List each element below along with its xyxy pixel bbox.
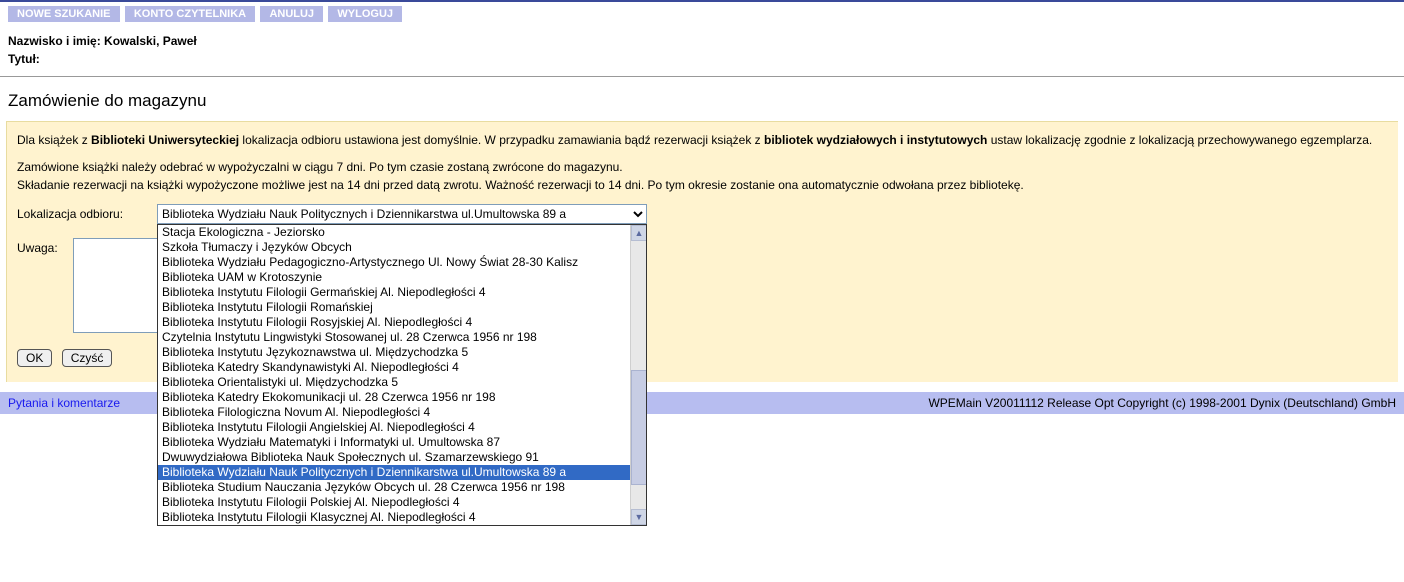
scroll-thumb[interactable] bbox=[631, 370, 647, 485]
dropdown-option[interactable]: Dwuwydziałowa Biblioteka Nauk Społecznyc… bbox=[158, 450, 646, 465]
text: lokalizacja odbioru ustawiona jest domyś… bbox=[239, 133, 764, 147]
questions-comments-link[interactable]: Pytania i komentarze bbox=[8, 396, 120, 410]
dropdown-option[interactable]: Biblioteka Instytutu Filologii Romańskie… bbox=[158, 300, 646, 315]
info-paragraph-3: Składanie rezerwacji na książki wypożycz… bbox=[17, 177, 1388, 194]
text-bold: Biblioteki Uniwersyteckiej bbox=[91, 133, 239, 147]
user-name-label: Nazwisko i imię: bbox=[8, 34, 101, 48]
dropdown-option[interactable]: Biblioteka Studium Nauczania Języków Obc… bbox=[158, 480, 646, 495]
location-select[interactable]: Biblioteka Wydziału Nauk Politycznych i … bbox=[157, 204, 647, 224]
dropdown-option[interactable]: Biblioteka Wydziału Matematyki i Informa… bbox=[158, 435, 646, 450]
info-paragraph-1: Dla książek z Biblioteki Uniwersyteckiej… bbox=[17, 132, 1388, 149]
location-dropdown-list[interactable]: Stacja Ekologiczna - JeziorskoSzkoła Tłu… bbox=[157, 224, 647, 526]
text: ustaw lokalizację zgodnie z lokalizacją … bbox=[987, 133, 1372, 147]
dropdown-option[interactable]: Biblioteka Wydziału Nauk Politycznych i … bbox=[158, 465, 646, 480]
order-panel: Dla książek z Biblioteki Uniwersyteckiej… bbox=[6, 121, 1398, 382]
ok-button[interactable]: OK bbox=[17, 349, 52, 367]
text-bold: bibliotek wydziałowych i instytutowych bbox=[764, 133, 987, 147]
note-textarea[interactable] bbox=[73, 238, 163, 333]
clear-button[interactable]: Czyść bbox=[62, 349, 113, 367]
dropdown-option[interactable]: Biblioteka Instytutu Filologii Rosyjskie… bbox=[158, 315, 646, 330]
top-toolbar: NOWE SZUKANIE KONTO CZYTELNIKA ANULUJ WY… bbox=[0, 4, 1404, 24]
dropdown-option[interactable]: Biblioteka Instytutu Filologii Germański… bbox=[158, 285, 646, 300]
dropdown-option[interactable]: Biblioteka Orientalistyki ul. Międzychod… bbox=[158, 375, 646, 390]
info-paragraph-2: Zamówione książki należy odebrać w wypoż… bbox=[17, 159, 1388, 176]
title-label: Tytuł: bbox=[8, 52, 40, 66]
copyright-text: WPEMain V20011112 Release Opt Copyright … bbox=[928, 396, 1396, 410]
scroll-down-arrow-icon[interactable]: ▼ bbox=[631, 509, 647, 525]
note-label: Uwaga: bbox=[17, 238, 73, 257]
dropdown-option[interactable]: Biblioteka Instytutu Filologii Klasyczne… bbox=[158, 510, 646, 525]
scroll-up-arrow-icon[interactable]: ▲ bbox=[631, 225, 647, 241]
account-button[interactable]: KONTO CZYTELNIKA bbox=[125, 6, 255, 22]
logout-button[interactable]: WYLOGUJ bbox=[328, 6, 402, 22]
location-label: Lokalizacja odbioru: bbox=[17, 204, 157, 223]
dropdown-option[interactable]: Czytelnia Instytutu Lingwistyki Stosowan… bbox=[158, 330, 646, 345]
dropdown-scrollbar[interactable]: ▲ ▼ bbox=[630, 225, 646, 525]
text: Dla książek z bbox=[17, 133, 91, 147]
dropdown-option[interactable]: Biblioteka Instytutu Filologii Polskiej … bbox=[158, 495, 646, 510]
divider bbox=[0, 76, 1404, 77]
cancel-button[interactable]: ANULUJ bbox=[260, 6, 323, 22]
page-title: Zamówienie do magazynu bbox=[0, 81, 1404, 115]
user-name-value: Kowalski, Paweł bbox=[104, 34, 197, 48]
user-info: Nazwisko i imię: Kowalski, Paweł Tytuł: bbox=[0, 24, 1404, 72]
dropdown-option[interactable]: Stacja Ekologiczna - Jeziorsko bbox=[158, 225, 646, 240]
top-divider bbox=[0, 0, 1404, 2]
dropdown-option[interactable]: Szkoła Tłumaczy i Języków Obcych bbox=[158, 240, 646, 255]
dropdown-option[interactable]: Biblioteka Instytutu Językoznawstwa ul. … bbox=[158, 345, 646, 360]
dropdown-option[interactable]: Biblioteka UAM w Krotoszynie bbox=[158, 270, 646, 285]
dropdown-option[interactable]: Biblioteka Instytutu Filologii Angielski… bbox=[158, 420, 646, 435]
new-search-button[interactable]: NOWE SZUKANIE bbox=[8, 6, 120, 22]
dropdown-option[interactable]: Biblioteka Filologiczna Novum Al. Niepod… bbox=[158, 405, 646, 420]
dropdown-option[interactable]: Biblioteka Katedry Skandynawistyki Al. N… bbox=[158, 360, 646, 375]
dropdown-option[interactable]: Biblioteka Wydziału Pedagogiczno-Artysty… bbox=[158, 255, 646, 270]
dropdown-option[interactable]: Biblioteka Katedry Ekokomunikacji ul. 28… bbox=[158, 390, 646, 405]
